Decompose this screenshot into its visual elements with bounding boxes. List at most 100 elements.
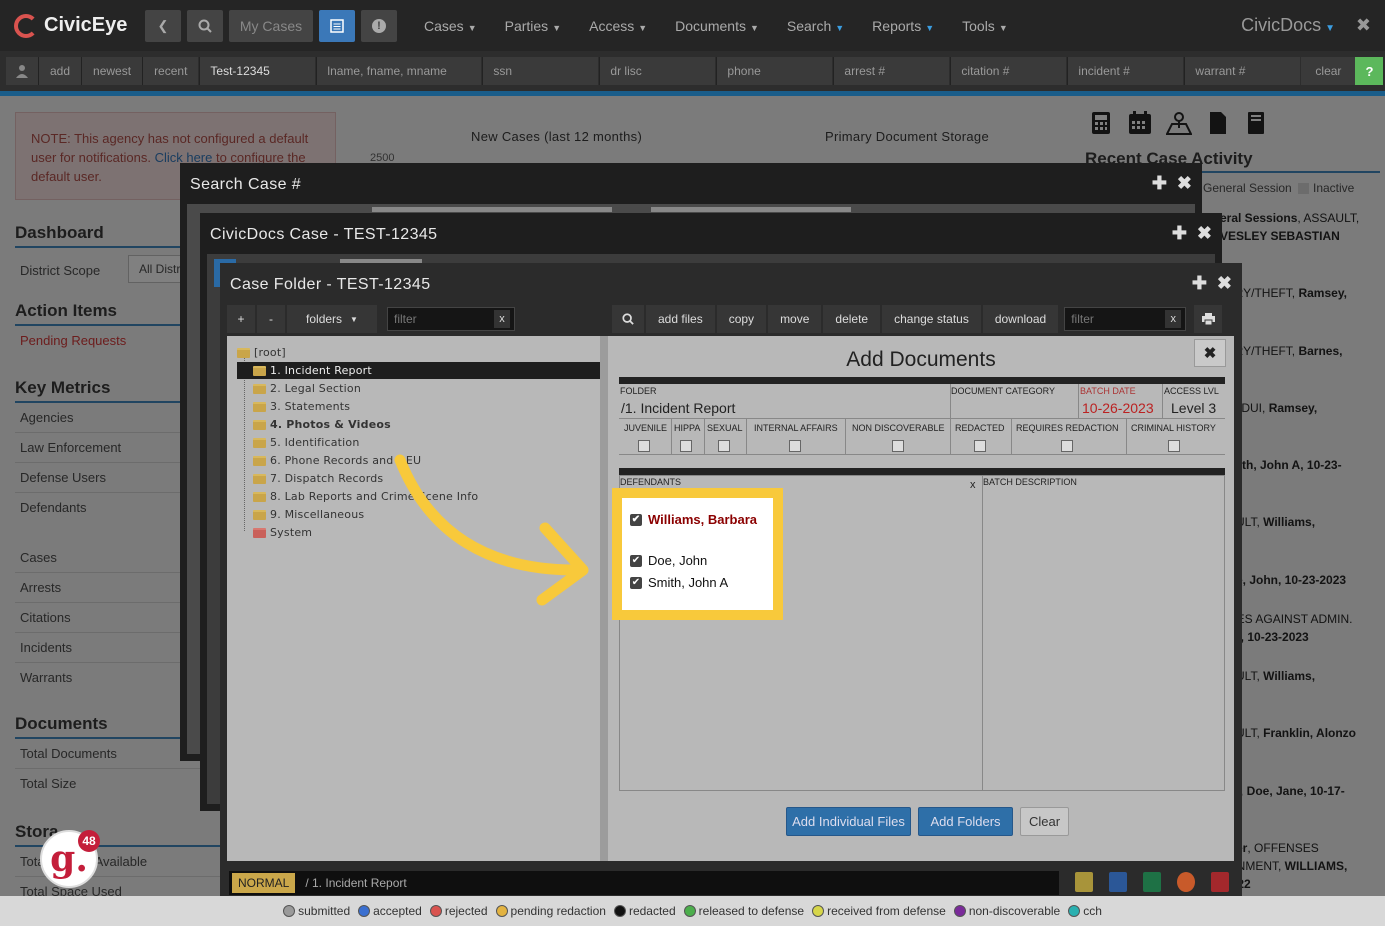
- help-widget[interactable]: g. 48: [40, 830, 100, 888]
- folder-filter-input[interactable]: filter x: [387, 307, 515, 331]
- word-icon: [1109, 872, 1127, 892]
- add-files-button[interactable]: add files: [646, 305, 715, 333]
- expand-all-button[interactable]: +: [227, 305, 255, 333]
- tree-item-identification[interactable]: 5. Identification: [253, 434, 360, 451]
- file-filter-input[interactable]: filter x: [1064, 307, 1187, 331]
- close-icon[interactable]: ✖: [1217, 273, 1232, 294]
- check-icon[interactable]: ✔: [630, 513, 642, 526]
- batch-description-label: BATCH DESCRIPTION: [983, 477, 1077, 487]
- menu-reports[interactable]: Reports ▼: [855, 18, 945, 34]
- flag-requires-redaction-checkbox[interactable]: [1061, 440, 1073, 452]
- menu-tools[interactable]: Tools ▼: [945, 18, 1019, 34]
- expand-icon[interactable]: ✚: [1152, 173, 1167, 194]
- dashboard-button[interactable]: [319, 9, 355, 42]
- menu-access[interactable]: Access ▼: [572, 18, 658, 34]
- add-folders-button[interactable]: Add Folders: [918, 807, 1013, 836]
- status-dot: [613, 905, 626, 917]
- printer-icon: [1201, 313, 1215, 325]
- field-divider: [746, 418, 747, 454]
- civicdocs-menu[interactable]: CivicDocs ▼: [1241, 15, 1335, 36]
- flag-hippa-checkbox[interactable]: [680, 440, 692, 452]
- name-input[interactable]: lname, fname, mname: [316, 57, 482, 85]
- move-button[interactable]: move: [768, 305, 822, 333]
- tree-item-photos-videos[interactable]: 4. Photos & Videos: [253, 416, 391, 433]
- close-icon[interactable]: ✖: [1197, 223, 1212, 244]
- help-button[interactable]: ?: [1355, 57, 1384, 85]
- menu-documents[interactable]: Documents ▼: [658, 18, 770, 34]
- defendant-item[interactable]: ✔ Williams, Barbara: [630, 512, 757, 527]
- brand-logo[interactable]: CivicEye: [14, 13, 139, 38]
- folders-dropdown[interactable]: folders ▼: [287, 305, 377, 333]
- clear-filter-button[interactable]: x: [494, 310, 510, 328]
- flag-criminal-history-checkbox[interactable]: [1168, 440, 1180, 452]
- add-individual-files-button[interactable]: Add Individual Files: [786, 807, 911, 836]
- ssn-input[interactable]: ssn: [482, 57, 599, 85]
- flag-internal-affairs-checkbox[interactable]: [789, 440, 801, 452]
- civiceye-logo-icon: [14, 13, 38, 38]
- clear-button[interactable]: clear: [1301, 57, 1356, 85]
- tree-item-system[interactable]: System: [253, 524, 312, 541]
- tree-item-legal-section[interactable]: 2. Legal Section: [253, 380, 361, 397]
- defendant-item[interactable]: ✔ Smith, John A: [630, 575, 728, 590]
- expand-icon[interactable]: ✚: [1192, 273, 1207, 294]
- check-icon[interactable]: ✔: [630, 576, 642, 589]
- tree-item-incident-report[interactable]: 1. Incident Report: [237, 362, 601, 379]
- clear-button[interactable]: Clear: [1020, 807, 1069, 836]
- delete-button[interactable]: delete: [823, 305, 881, 333]
- flag-juvenile-label: JUVENILE: [624, 423, 668, 433]
- change-status-button[interactable]: change status: [882, 305, 981, 333]
- search-files-button[interactable]: [612, 305, 644, 333]
- back-button[interactable]: ❮: [145, 9, 181, 42]
- expand-icon[interactable]: ✚: [1172, 223, 1187, 244]
- section-bar: [619, 468, 1225, 475]
- newest-button[interactable]: newest: [81, 57, 143, 85]
- my-cases-button[interactable]: My Cases: [229, 9, 313, 42]
- flag-non-discoverable-checkbox[interactable]: [892, 440, 904, 452]
- clear-defendants-button[interactable]: x: [970, 479, 976, 491]
- case-number-input[interactable]: Test-12345: [199, 57, 316, 85]
- notification-count-badge: 48: [78, 830, 100, 852]
- flag-redacted-checkbox[interactable]: [974, 440, 986, 452]
- arrest-input[interactable]: arrest #: [833, 57, 950, 85]
- caret-down-icon: ▼: [350, 314, 358, 324]
- user-icon[interactable]: [6, 57, 38, 85]
- field-divider: [1126, 418, 1127, 454]
- warrant-input[interactable]: warrant #: [1184, 57, 1301, 85]
- print-button[interactable]: [1194, 305, 1223, 333]
- menu-cases[interactable]: Cases ▼: [407, 18, 488, 34]
- tree-item-miscellaneous[interactable]: 9. Miscellaneous: [253, 506, 364, 523]
- close-icon[interactable]: ✖: [1177, 173, 1192, 194]
- info-button[interactable]: !: [361, 9, 397, 42]
- field-divider: [1078, 384, 1079, 418]
- tree-root[interactable]: [root]: [237, 344, 286, 361]
- collapse-all-button[interactable]: -: [257, 305, 285, 333]
- driver-license-input[interactable]: dr lisc: [599, 57, 716, 85]
- pane-splitter[interactable]: [600, 336, 608, 861]
- flag-sexual-checkbox[interactable]: [718, 440, 730, 452]
- tree-item-statements[interactable]: 3. Statements: [253, 398, 350, 415]
- clear-filter-button[interactable]: x: [1165, 310, 1182, 328]
- document-category-select[interactable]: [950, 395, 1078, 418]
- tab-strip: [372, 207, 612, 212]
- batch-description-input[interactable]: [982, 475, 1225, 791]
- menu-parties[interactable]: Parties ▼: [488, 18, 573, 34]
- copy-button[interactable]: copy: [716, 305, 767, 333]
- close-icon[interactable]: ✖: [1356, 15, 1371, 36]
- add-button[interactable]: add: [38, 57, 82, 85]
- phone-input[interactable]: phone: [716, 57, 833, 85]
- close-panel-button[interactable]: ✖: [1194, 339, 1226, 367]
- flag-juvenile-checkbox[interactable]: [638, 440, 650, 452]
- download-button[interactable]: download: [982, 305, 1059, 333]
- menu-search[interactable]: Search ▼: [770, 18, 855, 34]
- legend-item: submitted: [283, 904, 350, 918]
- defendant-item[interactable]: ✔ Doe, John: [630, 553, 707, 568]
- check-icon[interactable]: ✔: [630, 554, 642, 567]
- incident-input[interactable]: incident #: [1067, 57, 1184, 85]
- current-path: / 1. Incident Report: [305, 876, 407, 890]
- access-level-select[interactable]: Level 3: [1171, 400, 1216, 416]
- search-button[interactable]: [187, 9, 223, 42]
- recent-button[interactable]: recent: [142, 57, 199, 85]
- citation-input[interactable]: citation #: [950, 57, 1067, 85]
- tree-item-dispatch-records[interactable]: 7. Dispatch Records: [253, 470, 383, 487]
- batch-date-input[interactable]: 10-26-2023: [1082, 400, 1154, 416]
